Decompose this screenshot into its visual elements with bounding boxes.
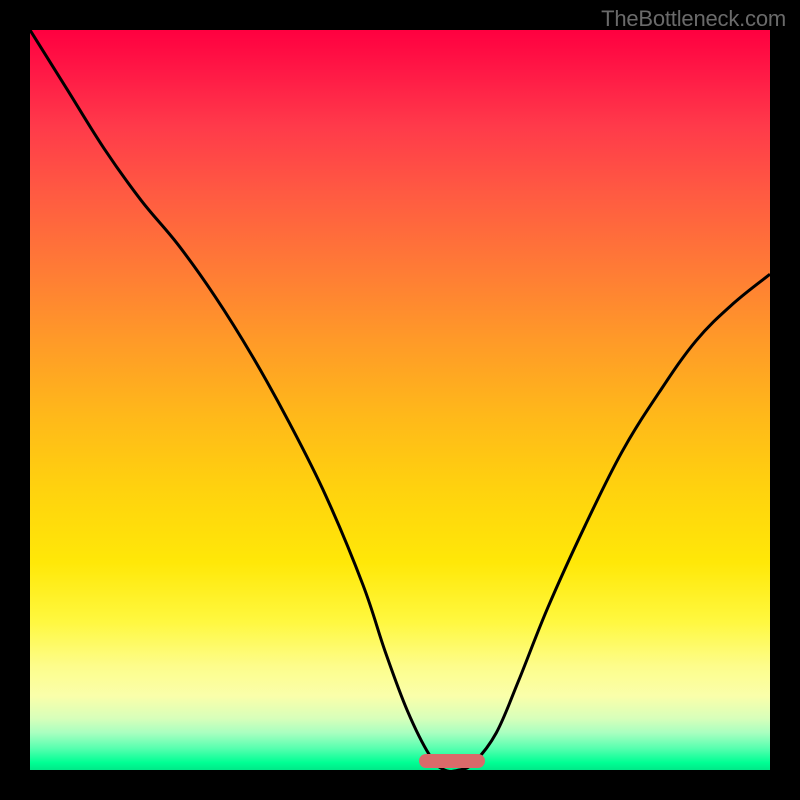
plot-area [30,30,770,770]
optimal-marker [419,754,486,768]
bottleneck-curve [30,30,770,770]
watermark-text: TheBottleneck.com [601,6,786,32]
curve-path [30,30,770,770]
